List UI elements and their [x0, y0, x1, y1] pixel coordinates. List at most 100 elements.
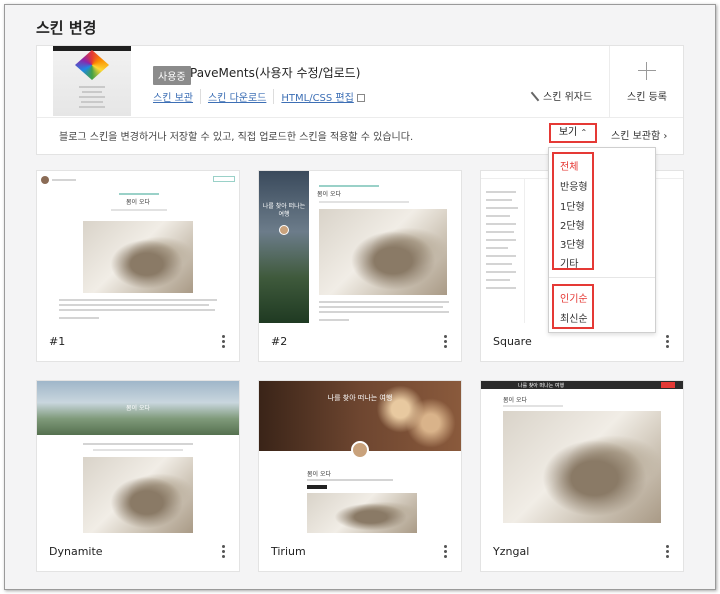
skin-download-link[interactable]: 스킨 다운로드 [199, 89, 273, 104]
thumb-text-line [486, 239, 516, 241]
thumb-category [119, 193, 159, 195]
more-options-icon[interactable] [444, 335, 447, 348]
thumb-search-box [213, 176, 235, 182]
cat-photo [83, 457, 193, 533]
skin-thumbnail[interactable]: 나를 찾아 떠나는 여행 봄이 오다 [259, 171, 461, 323]
thumb-text-line [79, 86, 105, 88]
thumb-text-line [59, 317, 99, 319]
thumb-artwork [75, 50, 109, 80]
html-css-edit-label: HTML/CSS 편집 [281, 93, 354, 104]
skin-thumbnail[interactable]: 봄이 오다 [37, 381, 239, 533]
skin-name: Tirium [271, 545, 306, 558]
skin-register-label: 스킨 등록 [627, 92, 667, 103]
skin-card[interactable]: 나를 찾아 떠나는 여행 봄이 오다 Tirium [258, 380, 462, 572]
skin-register-button[interactable]: 스킨 등록 [609, 46, 683, 118]
cat-photo [307, 493, 417, 533]
thumb-text-line [486, 287, 516, 289]
magic-wand-icon [530, 91, 540, 101]
skin-card[interactable]: 봄이 오다 #1 [36, 170, 240, 362]
thumb-post-title: 봄이 오다 [307, 471, 331, 478]
thumb-text-line [486, 199, 512, 201]
thumb-button [307, 485, 327, 489]
menu-item-2column[interactable]: 2단형 [560, 217, 585, 232]
avatar [41, 176, 49, 184]
view-filter-label: 보기 [558, 127, 578, 138]
cat-photo [83, 221, 193, 293]
thumb-text-line [319, 319, 349, 321]
thumb-text-line [319, 201, 409, 203]
thumb-text-line [486, 255, 516, 257]
view-filter-button[interactable]: 보기 ⌃ [549, 123, 597, 143]
current-skin-row: 사용중 PaveMents(사용자 수정/업로드) 스킨 보관 스킨 다운로드 … [37, 46, 683, 118]
thumb-post-title: 봄이 오다 [317, 191, 341, 198]
skin-thumbnail[interactable]: 나를 찾아 떠나는 여행 봄이 오다 [259, 381, 461, 533]
thumb-blog-title: 나를 찾아 떠나는 여행 [327, 394, 393, 402]
current-skin-name: PaveMents(사용자 수정/업로드) [190, 66, 361, 80]
current-skin-panel: 사용중 PaveMents(사용자 수정/업로드) 스킨 보관 스킨 다운로드 … [36, 45, 684, 155]
thumb-text-line [111, 209, 167, 211]
menu-item-other[interactable]: 기타 [560, 255, 578, 270]
thumb-text-line [79, 106, 105, 108]
thumb-text-line [59, 304, 209, 306]
thumb-text-line [79, 96, 105, 98]
plus-icon [638, 62, 656, 80]
thumb-blog-title: 나를 찾아 떠나는 여행 [517, 383, 565, 389]
avatar [279, 225, 289, 235]
thumb-text-line [81, 101, 103, 103]
thumb-text-line [503, 405, 563, 407]
html-css-edit-link[interactable]: HTML/CSS 편집 [273, 89, 371, 104]
menu-item-all[interactable]: 전체 [560, 158, 578, 173]
thumb-text-line [319, 306, 443, 308]
skin-card[interactable]: 나를 찾아 떠나는 여행 봄이 오다 Yzngal [480, 380, 684, 572]
menu-item-latest[interactable]: 최신순 [560, 310, 588, 325]
skin-thumbnail[interactable]: 봄이 오다 [37, 171, 239, 323]
thumb-text-line [59, 299, 217, 301]
skin-archive-link[interactable]: 스킨 보관 [153, 89, 200, 104]
skin-thumbnail[interactable]: 나를 찾아 떠나는 여행 봄이 오다 [481, 381, 683, 533]
skin-name: Square [493, 335, 532, 348]
view-filter-dropdown: 전체 반응형 1단형 2단형 3단형 기타 인기순 최신순 [548, 147, 656, 333]
chevron-up-icon: ⌃ [580, 128, 588, 137]
thumb-text-line [486, 231, 514, 233]
thumb-text-line [59, 309, 215, 311]
menu-divider [549, 277, 655, 278]
thumb-search-box [661, 382, 675, 388]
more-options-icon[interactable] [222, 545, 225, 558]
thumb-text-line [52, 179, 76, 181]
thumb-text-line [83, 443, 193, 445]
thumb-text-line [486, 263, 512, 265]
skin-card[interactable]: 나를 찾아 떠나는 여행 봄이 오다 #2 [258, 170, 462, 362]
chevron-right-icon: › [663, 131, 668, 142]
skin-card[interactable]: 봄이 오다 Dynamite [36, 380, 240, 572]
more-options-icon[interactable] [666, 335, 669, 348]
thumb-text-line [82, 91, 102, 93]
skin-name: Yzngal [493, 545, 530, 558]
thumb-blog-title: 봄이 오다 [126, 405, 150, 412]
thumb-text-line [486, 279, 510, 281]
skin-locker-link[interactable]: 스킨 보관함 › [611, 127, 667, 142]
skin-links: 스킨 보관 스킨 다운로드 HTML/CSS 편집 [153, 89, 372, 104]
thumb-post-title: 봄이 오다 [126, 199, 150, 206]
thumb-text-line [319, 311, 449, 313]
skin-locker-label: 스킨 보관함 [611, 131, 661, 142]
skin-name: #2 [271, 335, 288, 348]
more-options-icon[interactable] [666, 545, 669, 558]
menu-item-popular[interactable]: 인기순 [560, 290, 588, 305]
avatar [351, 441, 369, 459]
skin-wizard-button[interactable]: 스킨 위자드 [530, 88, 592, 103]
thumb-text-line [486, 271, 516, 273]
menu-item-3column[interactable]: 3단형 [560, 236, 585, 251]
external-link-icon [356, 94, 365, 102]
thumb-post-title: 봄이 오다 [503, 397, 527, 404]
thumb-category [319, 185, 379, 187]
thumb-text-line [486, 215, 510, 217]
menu-item-1column[interactable]: 1단형 [560, 198, 585, 213]
thumb-sidebar-photo [259, 171, 309, 323]
more-options-icon[interactable] [444, 545, 447, 558]
menu-item-responsive[interactable]: 반응형 [560, 178, 588, 193]
more-options-icon[interactable] [222, 335, 225, 348]
thumb-blog-title: 나를 찾아 떠나는 여행 [262, 203, 306, 218]
thumb-text-line [93, 449, 183, 451]
current-skin-thumbnail[interactable] [53, 46, 131, 116]
thumb-text-line [486, 191, 516, 193]
